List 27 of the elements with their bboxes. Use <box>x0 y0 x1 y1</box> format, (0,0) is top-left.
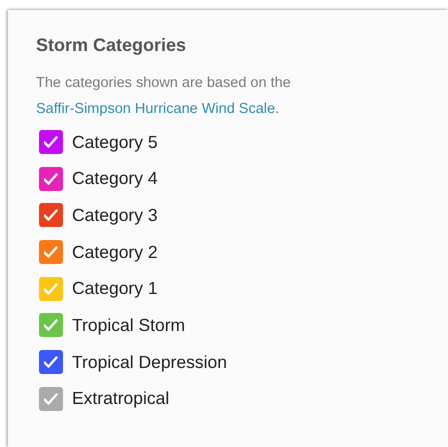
checkbox[interactable] <box>39 276 63 301</box>
category-label: Category 5 <box>72 132 158 152</box>
checkbox[interactable] <box>39 386 63 411</box>
checkmark-icon <box>44 282 58 295</box>
checkbox[interactable] <box>39 203 63 228</box>
checkbox[interactable] <box>39 313 63 338</box>
checkmark-icon <box>44 172 58 185</box>
category-label: Tropical Depression <box>72 352 227 373</box>
checkmark-icon <box>44 136 58 148</box>
checkmark-icon <box>44 209 58 222</box>
checkmark-icon <box>44 392 58 405</box>
checkbox[interactable] <box>39 240 63 264</box>
category-label: Category 1 <box>72 278 158 300</box>
category-label: Category 4 <box>72 168 158 190</box>
checkbox[interactable] <box>39 130 63 154</box>
scale-link[interactable]: Saffir-Simpson Hurricane Wind Scale <box>36 101 276 117</box>
category-label: Extratropical <box>72 388 170 410</box>
checkbox[interactable] <box>39 350 63 374</box>
checkmark-icon <box>44 246 58 258</box>
checkmark-icon <box>44 319 58 332</box>
description-text: The categories shown are based on the Saffir-Simpson Hurricane Wind Scale. <box>36 74 292 119</box>
category-label: Category 3 <box>72 204 158 226</box>
checkbox[interactable] <box>39 166 63 191</box>
panel-title: Storm Categories <box>36 35 188 56</box>
category-label: Category 2 <box>72 242 158 263</box>
category-label: Tropical Storm <box>72 314 186 336</box>
checkmark-icon <box>44 356 58 368</box>
